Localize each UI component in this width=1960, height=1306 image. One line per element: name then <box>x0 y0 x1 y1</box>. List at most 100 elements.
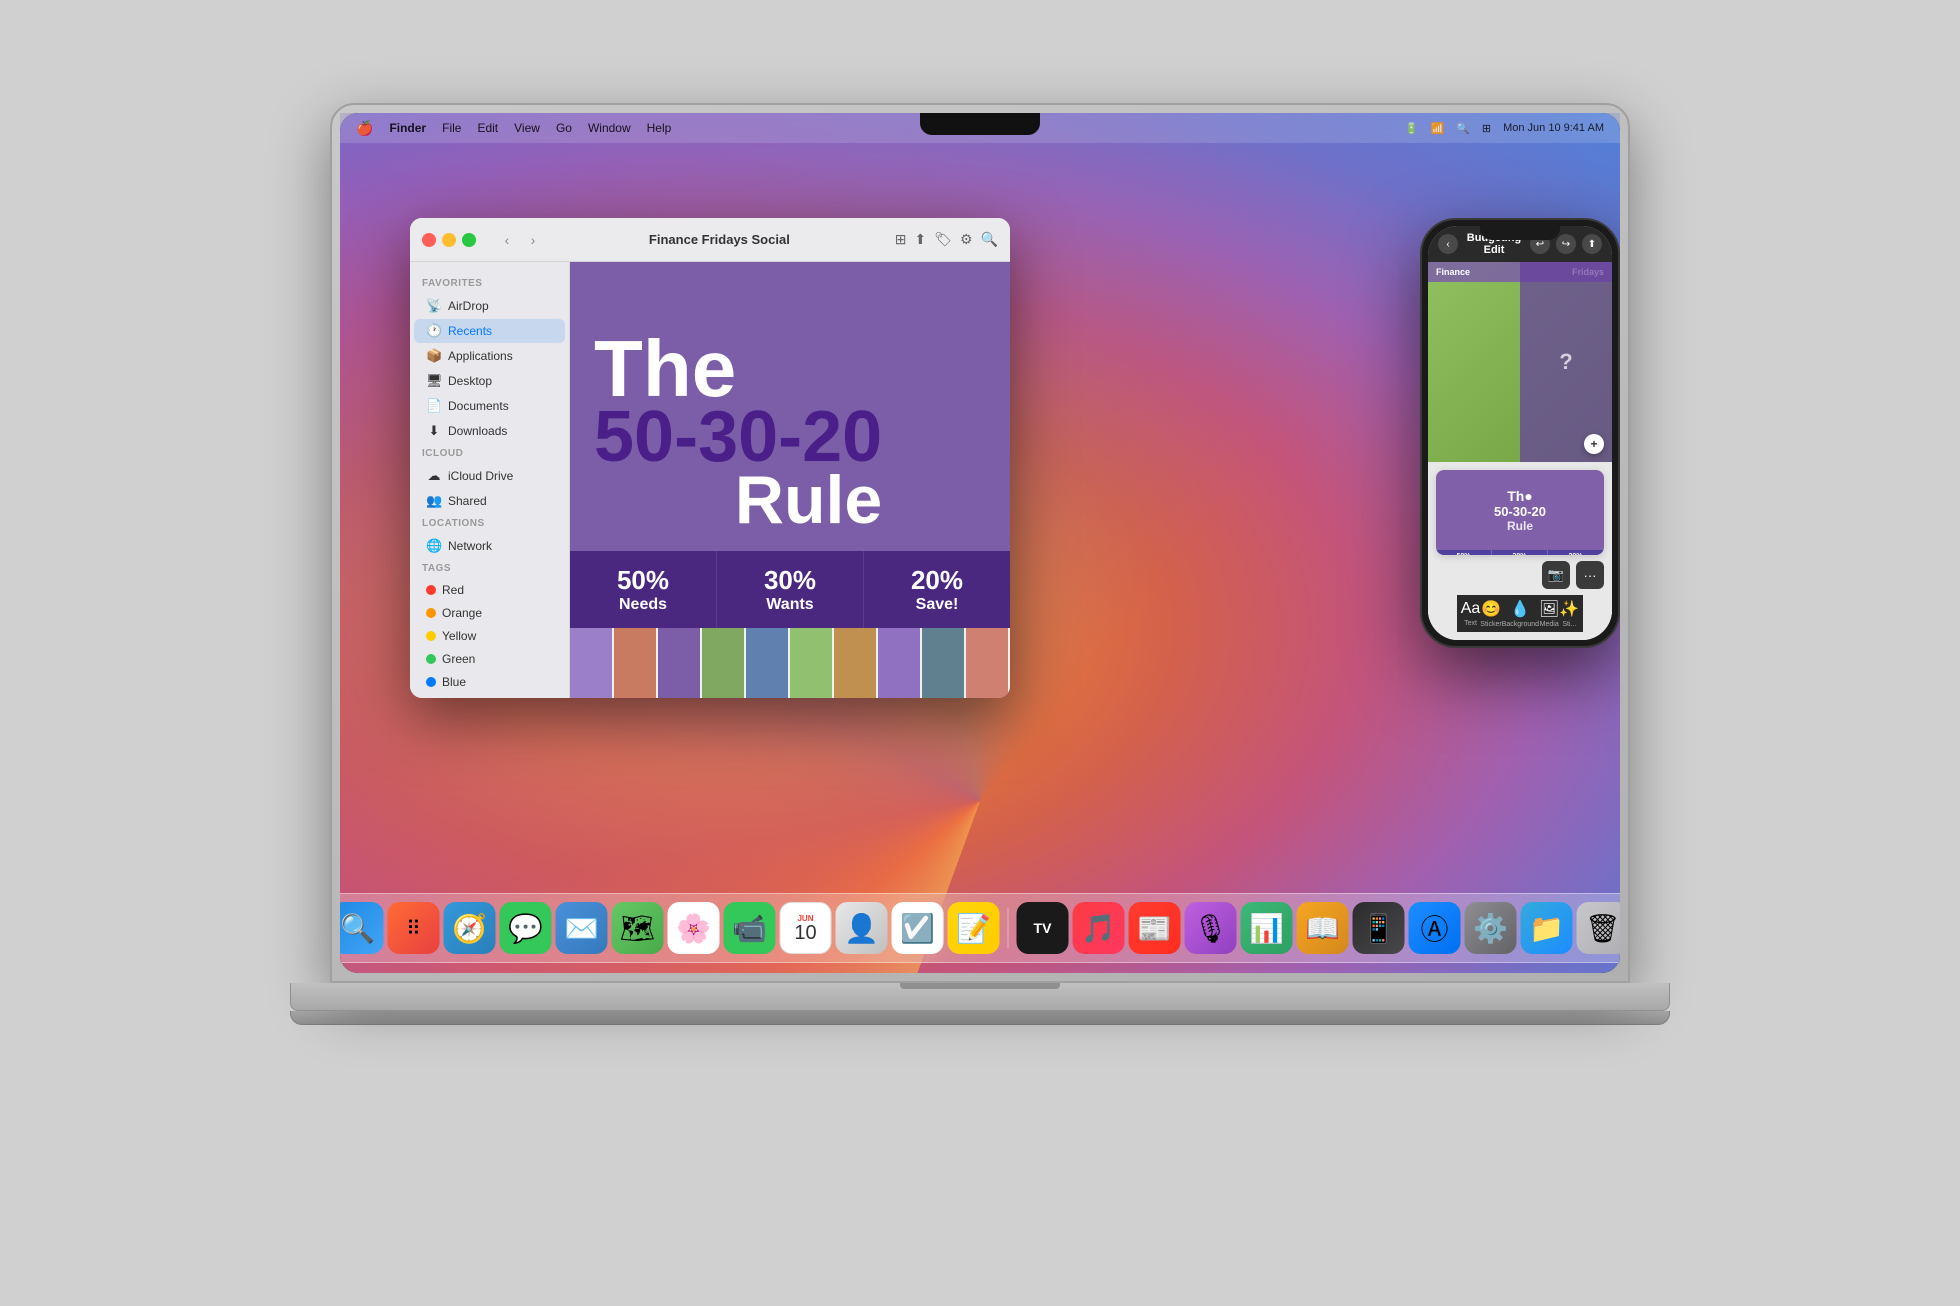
dock-launchpad-icon[interactable]: ⠿ <box>388 902 440 954</box>
sidebar-item-desktop[interactable]: 🖥 Desktop <box>414 369 565 393</box>
dock-trash-icon[interactable]: 🗑 <box>1577 902 1621 954</box>
iphone-tool-background[interactable]: 💧 Background <box>1502 599 1539 628</box>
iphone-tool-stickers2[interactable]: ✨ Sti... <box>1559 599 1579 628</box>
tag-orange-dot <box>426 608 436 618</box>
iphone-card-row: 50%Needs 30%Wants 20%Save! <box>1436 550 1604 555</box>
dock-messages-icon[interactable]: 💬 <box>500 902 552 954</box>
menubar-help[interactable]: Help <box>647 121 672 135</box>
dock-maps-icon[interactable]: 🗺 <box>612 902 664 954</box>
background-tool-label: Background <box>1502 621 1539 628</box>
sidebar-item-downloads[interactable]: ⬇ Downloads <box>414 419 565 443</box>
iphone-camera-button[interactable]: 📷 <box>1542 561 1570 589</box>
dock-pages-icon[interactable]: 📖 <box>1297 902 1349 954</box>
post-text-rule: Rule <box>735 470 882 531</box>
close-button[interactable] <box>422 233 436 247</box>
dock-appstore-icon[interactable]: Ⓐ <box>1409 902 1461 954</box>
iphone-share-button[interactable]: ⬆ <box>1582 234 1602 254</box>
forward-button[interactable]: › <box>522 229 544 251</box>
sidebar-tag-blue[interactable]: Blue <box>414 671 565 693</box>
finder-title: Finance Fridays Social <box>552 232 887 247</box>
iphone-redo-button[interactable]: ↪ <box>1556 234 1576 254</box>
finder-content: The 50-30-20 Rule <box>570 262 1010 698</box>
maximize-button[interactable] <box>462 233 476 247</box>
dock-calendar-icon[interactable]: JUN 10 <box>780 902 832 954</box>
dock-mail-icon[interactable]: ✉️ <box>556 902 608 954</box>
menubar-app-name[interactable]: Finder <box>389 121 426 135</box>
dock-folder-icon[interactable]: 📁 <box>1521 902 1573 954</box>
post-pct-20: 20% <box>911 565 963 596</box>
dock-contacts-icon[interactable]: 👤 <box>836 902 888 954</box>
sidebar-item-recents[interactable]: 🕐 Recents <box>414 319 565 343</box>
tag-yellow-label: Yellow <box>442 629 476 643</box>
sidebar-tag-purple[interactable]: Purple <box>414 694 565 698</box>
iphone-card[interactable]: Th● 50-30-20 Rule 50%Needs 30%Wants <box>1436 470 1604 555</box>
menubar-edit[interactable]: Edit <box>477 121 498 135</box>
dock-facetime-icon[interactable]: 📹 <box>724 902 776 954</box>
dock-podcasts-icon[interactable]: 🎙 <box>1185 902 1237 954</box>
share-icon[interactable]: ⬆ <box>914 231 926 248</box>
dock-photos-icon[interactable]: 🌸 <box>668 902 720 954</box>
dock-notes-icon[interactable]: 📝 <box>948 902 1000 954</box>
sidebar-item-network[interactable]: 🌐 Network <box>414 534 565 558</box>
view-options-icon[interactable]: ⊞ <box>895 231 907 248</box>
dock-music-icon[interactable]: 🎵 <box>1073 902 1125 954</box>
sidebar-tag-red[interactable]: Red <box>414 579 565 601</box>
dock-news-icon[interactable]: 📰 <box>1129 902 1181 954</box>
sidebar-item-shared[interactable]: 👥 Shared <box>414 489 565 513</box>
dock-finder-icon[interactable]: 🔍 <box>340 902 384 954</box>
social-post: The 50-30-20 Rule <box>570 262 1010 698</box>
menubar-go[interactable]: Go <box>556 121 572 135</box>
tag-icon[interactable]: 🏷 <box>934 231 952 248</box>
sidebar-desktop-label: Desktop <box>448 374 492 388</box>
menubar-left: 🍎 Finder File Edit View Go Window Help <box>356 120 671 137</box>
downloads-icon: ⬇ <box>426 423 442 439</box>
sidebar-item-icloud-drive[interactable]: ☁ iCloud Drive <box>414 464 565 488</box>
iphone-purple-overlay: ? <box>1520 262 1612 462</box>
post-30-wants: 30% Wants <box>717 551 864 628</box>
iphone-tool-media[interactable]: 🖼 Media <box>1539 599 1559 628</box>
iphone-back-button[interactable]: ‹ <box>1438 234 1458 254</box>
laptop-base <box>290 983 1670 1011</box>
minimize-button[interactable] <box>442 233 456 247</box>
dock-tv-icon[interactable]: TV <box>1017 902 1069 954</box>
menubar-view[interactable]: View <box>514 121 540 135</box>
control-center-icon[interactable]: ⊞ <box>1482 122 1491 135</box>
iphone-action-buttons: 📷 ··· <box>1542 561 1604 589</box>
dock-settings-icon[interactable]: ⚙️ <box>1465 902 1517 954</box>
clock-display: Mon Jun 10 9:41 AM <box>1503 122 1604 134</box>
laptop-screen: 🍎 Finder File Edit View Go Window Help 🔋… <box>340 113 1620 973</box>
action-menu-icon[interactable]: ⚙ <box>960 231 973 248</box>
iphone-tool-sticker[interactable]: 😊 Sticker <box>1480 599 1501 628</box>
post-text-numbers: 50-30-20 <box>594 405 882 470</box>
thumb-3 <box>658 628 702 698</box>
post-label-wants: Wants <box>766 596 813 614</box>
desktop-icon: 🖥 <box>426 373 442 389</box>
sidebar-item-applications[interactable]: 📦 Applications <box>414 344 565 368</box>
iphone-card-area: Th● 50-30-20 Rule 50%Needs 30%Wants <box>1428 462 1612 640</box>
iphone-card-rule-text: Rule <box>1507 519 1533 533</box>
dock-numbers-icon[interactable]: 📊 <box>1241 902 1293 954</box>
finder-main-content: The 50-30-20 Rule <box>570 262 1010 698</box>
search-icon[interactable]: 🔍 <box>981 231 998 248</box>
iphone-tool-text[interactable]: Aa Text <box>1461 600 1481 627</box>
sidebar-tag-green[interactable]: Green <box>414 648 565 670</box>
back-button[interactable]: ‹ <box>496 229 518 251</box>
sidebar-item-documents[interactable]: 📄 Documents <box>414 394 565 418</box>
iphone-device: ‹ Budgeting Edit ↩ ↪ ⬆ <box>1405 158 1600 583</box>
dock-safari-icon[interactable]: 🧭 <box>444 902 496 954</box>
search-icon[interactable]: 🔍 <box>1456 122 1470 135</box>
thumb-10 <box>966 628 1010 698</box>
dock-iphone-mirror-icon[interactable]: 📱 <box>1353 902 1405 954</box>
sidebar-item-airdrop[interactable]: 📡 AirDrop <box>414 294 565 318</box>
menubar-file[interactable]: File <box>442 121 461 135</box>
documents-icon: 📄 <box>426 398 442 414</box>
dock-reminders-icon[interactable]: ☑️ <box>892 902 944 954</box>
battery-icon: 🔋 <box>1405 122 1419 135</box>
apple-menu-icon[interactable]: 🍎 <box>356 120 373 137</box>
iphone-more-button[interactable]: ··· <box>1576 561 1604 589</box>
menubar-window[interactable]: Window <box>588 121 631 135</box>
sidebar-tag-yellow[interactable]: Yellow <box>414 625 565 647</box>
iphone-add-button[interactable]: + <box>1584 434 1604 454</box>
post-top-area: The 50-30-20 Rule <box>570 262 1010 551</box>
sidebar-tag-orange[interactable]: Orange <box>414 602 565 624</box>
